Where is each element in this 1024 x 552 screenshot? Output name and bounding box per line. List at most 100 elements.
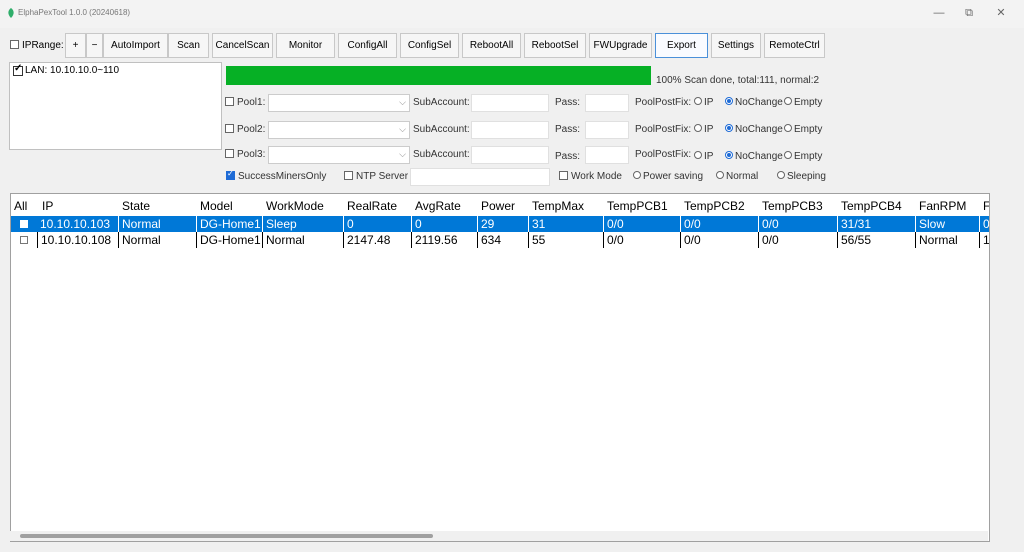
power-saving-radio[interactable]: Power saving [633,171,703,182]
cell-fanrpm: Normal [916,232,980,248]
postfix1-nochange-radio[interactable]: NoChange [725,97,783,108]
monitor-button[interactable]: Monitor [276,33,335,58]
row-select-cell[interactable] [11,232,37,248]
remove-range-button[interactable]: − [86,33,103,58]
postfix3-nochange-radio[interactable]: NoChange [725,151,783,162]
tree-item-label[interactable]: LAN: 10.10.10.0~110 [25,65,119,76]
header-temppcb3[interactable]: TempPCB3 [759,196,838,216]
radio-icon [694,151,702,160]
pass1-input[interactable] [585,94,629,112]
cell-tempmax: 55 [529,232,604,248]
cell-realrate: 0 [344,216,412,232]
pool2-checkbox[interactable]: Pool2: [225,123,265,135]
header-fanrpm[interactable]: FanRPM [916,196,980,216]
pool3-checkbox[interactable]: Pool3: [225,148,265,160]
postfix3-empty-radio[interactable]: Empty [784,151,822,162]
header-power[interactable]: Power [478,196,529,216]
header-realrate[interactable]: RealRate [344,196,412,216]
cell-workmode: Sleep [263,216,344,232]
header-temppcb2[interactable]: TempPCB2 [681,196,759,216]
rebootsel-button[interactable]: RebootSel [524,33,586,58]
chevron-down-icon: ⌵ [399,97,406,107]
radio-label: IP [704,124,714,135]
radio-icon [784,97,792,106]
cell-tempmax: 31 [529,216,604,232]
table-row[interactable]: 10.10.10.108 Normal DG-Home1 Normal 2147… [11,232,989,248]
close-button[interactable]: ✕ [988,4,1014,22]
subaccount1-input[interactable] [471,94,549,112]
row-select-cell[interactable] [11,216,37,232]
header-state[interactable]: State [119,196,197,216]
pool1-combo[interactable]: ⌵ [268,94,410,112]
export-button[interactable]: Export [655,33,708,58]
radio-icon [694,97,702,106]
subaccount2-input[interactable] [471,121,549,139]
pool1-checkbox[interactable]: Pool1: [225,96,265,108]
postfix1-empty-radio[interactable]: Empty [784,97,822,108]
radio-label: Empty [794,151,823,162]
pass3-input[interactable] [585,146,629,164]
sleeping-radio[interactable]: Sleeping [777,171,826,182]
header-f[interactable]: F [980,196,989,216]
cell-avgrate: 2119.56 [412,232,478,248]
postfix2-empty-radio[interactable]: Empty [784,124,822,135]
header-tempmax[interactable]: TempMax [529,196,604,216]
scrollbar-thumb[interactable] [20,534,433,538]
row-checkbox[interactable] [20,236,28,244]
cell-avgrate: 0 [412,216,478,232]
settings-button[interactable]: Settings [711,33,761,58]
postfix1-ip-radio[interactable]: IP [694,97,713,108]
scan-progress-bar [226,66,651,85]
work-mode-checkbox[interactable]: Work Mode [559,170,622,182]
radio-label: IP [704,97,714,108]
tree-item-checkbox[interactable] [13,63,23,76]
normal-radio[interactable]: Normal [716,171,758,182]
configall-button[interactable]: ConfigAll [338,33,397,58]
horizontal-scrollbar[interactable] [10,531,988,541]
header-temppcb4[interactable]: TempPCB4 [838,196,916,216]
cell-ip: 10.10.10.108 [37,232,119,248]
pool3-combo[interactable]: ⌵ [268,146,410,164]
ntp-server-checkbox[interactable]: NTP Server [344,170,408,182]
cell-temppcb4: 31/31 [838,216,916,232]
row-checkbox[interactable] [20,220,28,228]
header-model[interactable]: Model [197,196,263,216]
add-range-button[interactable]: + [65,33,86,58]
postfix3-ip-radio[interactable]: IP [694,151,713,162]
radio-label: NoChange [735,124,783,135]
pass1-label: Pass: [555,97,581,108]
ip-range-tree: LAN: 10.10.10.0~110 [9,62,222,150]
cell-temppcb2: 0/0 [681,216,759,232]
postfix2-nochange-radio[interactable]: NoChange [725,124,783,135]
header-avgrate[interactable]: AvgRate [412,196,477,216]
rebootall-button[interactable]: RebootAll [462,33,521,58]
subaccount3-input[interactable] [471,146,549,164]
scan-button[interactable]: Scan [168,33,209,58]
minimize-button[interactable]: — [926,4,952,22]
table-row[interactable]: 10.10.10.103 Normal DG-Home1 Sleep 0 0 2… [11,216,989,232]
postfix2-ip-radio[interactable]: IP [694,124,713,135]
fwupgrade-button[interactable]: FWUpgrade [589,33,652,58]
header-all[interactable]: All [11,196,37,216]
autoimport-button[interactable]: AutoImport [103,33,168,58]
radio-label: Empty [794,97,823,108]
success-miners-only-checkbox[interactable]: SuccessMinersOnly [226,169,326,182]
pass2-input[interactable] [585,121,629,139]
remotectrl-button[interactable]: RemoteCtrl [764,33,825,58]
radio-icon [725,124,733,133]
ntp-server-input[interactable] [410,168,550,186]
checkbox-icon [559,170,568,180]
pool2-combo[interactable]: ⌵ [268,121,410,139]
configsel-button[interactable]: ConfigSel [400,33,459,58]
cell-temppcb1: 0/0 [604,232,681,248]
cell-temppcb3: 0/0 [759,232,838,248]
iprange-label: IPRange: [22,40,64,51]
header-ip[interactable]: IP [39,196,119,216]
header-workmode[interactable]: WorkMode [263,196,341,216]
cancelscan-button[interactable]: CancelScan [212,33,273,58]
restore-button[interactable]: ⧉ [956,4,982,22]
work-mode-label: Work Mode [571,171,622,182]
iprange-checkbox[interactable]: IPRange: [10,39,64,51]
header-temppcb1[interactable]: TempPCB1 [604,196,681,216]
radio-icon [694,124,702,133]
